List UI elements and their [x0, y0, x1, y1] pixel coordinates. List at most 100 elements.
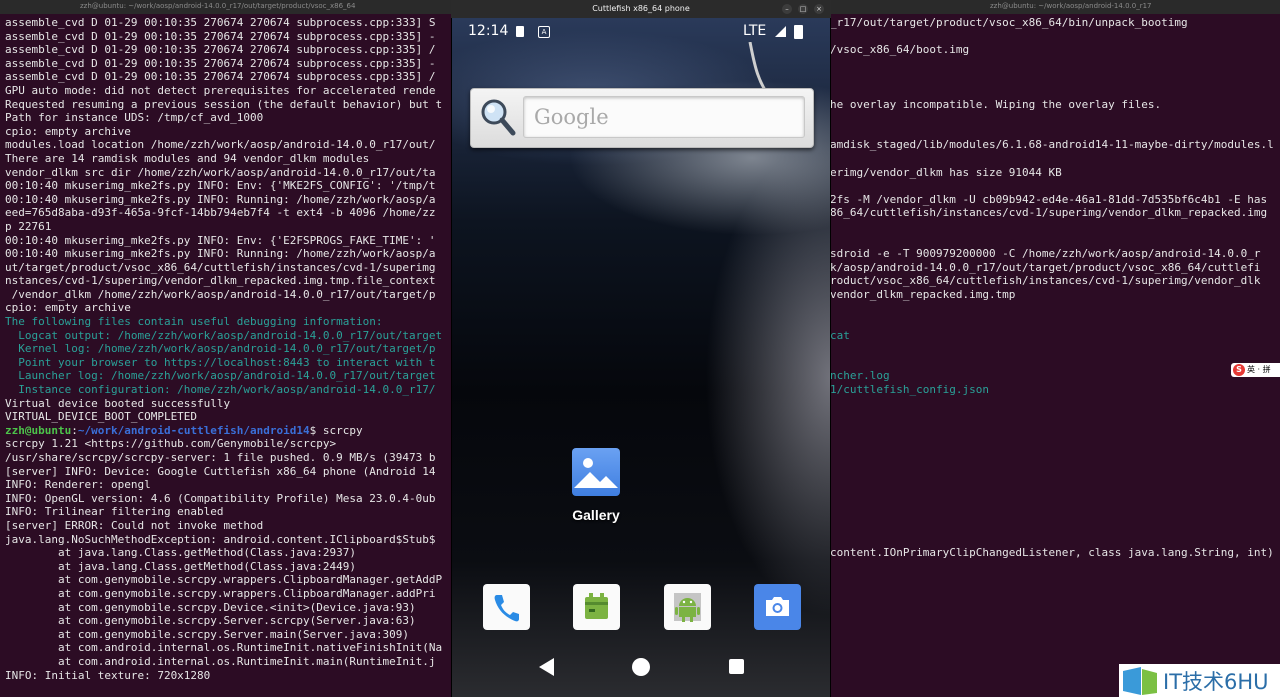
right-terminal-line: amdisk_staged/lib/modules/6.1.68-android… — [830, 138, 1274, 152]
right-terminal-blank-line — [830, 492, 1274, 506]
close-button[interactable]: × — [814, 4, 824, 14]
android-home-screen[interactable]: 12:14 A LTE Gallery — [452, 18, 830, 697]
right-terminal-line: cat — [830, 328, 850, 342]
right-terminal-blank-line — [830, 505, 1274, 519]
right-terminal-line — [830, 315, 1274, 329]
right-terminal-line: sdroid -e -T 900979200000 -C /home/zzh/w… — [830, 247, 1261, 261]
right-terminal-line — [830, 111, 1274, 125]
android-app-icon[interactable] — [664, 584, 711, 630]
terminal-line: INFO: Initial texture: 720x1280 — [5, 668, 211, 682]
terminal-line: Logcat output: /home/zzh/work/aosp/andro… — [5, 328, 443, 342]
watermark-text: IT技术6HU — [1163, 670, 1269, 694]
terminal-line: 00:10:40 mkuserimg_mke2fs.py INFO: Runni… — [5, 247, 436, 261]
phone-app-icon[interactable] — [483, 584, 530, 630]
terminal-line: at com.genymobile.scrcpy.Server.main(Ser… — [5, 627, 409, 641]
terminal-line: 00:10:40 mkuserimg_mke2fs.py INFO: Runni… — [5, 192, 436, 206]
ime-label: 英 · 拼 — [1247, 365, 1271, 374]
right-terminal-blank-line — [830, 397, 1274, 411]
terminal-line: eed=765d8aba-d93f-465a-9fcf-14bb794eb7f4… — [5, 206, 436, 220]
terminal-line: nstances/cvd-1/superimg/vendor_dlkm_repa… — [5, 274, 436, 288]
minimize-button[interactable]: – — [782, 4, 792, 14]
right-terminal-line: vendor_dlkm_repacked.img.tmp — [830, 287, 1016, 301]
terminal-line: assemble_cvd D 01-29 00:10:35 270674 270… — [5, 56, 436, 70]
terminal-line: There are 14 ramdisk modules and 94 vend… — [5, 151, 370, 165]
back-icon[interactable] — [539, 658, 554, 676]
navigation-bar — [452, 648, 830, 696]
right-terminal-blank-line — [830, 410, 1274, 424]
battery-icon — [794, 25, 803, 39]
terminal-line: cpio: empty archive — [5, 124, 131, 138]
right-terminal-blank-line — [830, 519, 1274, 533]
right-terminal-line — [830, 125, 1274, 139]
terminal-line: Virtual device booted successfully — [5, 396, 231, 410]
terminal-line: p 22761 — [5, 219, 52, 233]
right-terminal-line — [830, 30, 1274, 44]
terminal-line: Kernel log: /home/zzh/work/aosp/android-… — [5, 342, 436, 356]
terminal-line: scrcpy 1.21 <https://github.com/Genymobi… — [5, 437, 337, 451]
right-terminal-line — [830, 84, 1274, 98]
terminal-line: vendor_dlkm src dir /home/zzh/work/aosp/… — [5, 165, 436, 179]
prompt-user: zzh@ubuntu — [5, 423, 72, 437]
right-terminal-line — [830, 356, 1274, 370]
terminal-line: 00:10:40 mkuserimg_mke2fs.py INFO: Env: … — [5, 233, 436, 247]
right-terminal-line: 86_64/cuttlefish/instances/cvd-1/superim… — [830, 206, 1268, 220]
camera-app-icon[interactable] — [754, 584, 801, 630]
terminal-line: Instance configuration: /home/zzh/work/a… — [5, 383, 436, 397]
terminal-line: java.lang.NoSuchMethodException: android… — [5, 532, 436, 546]
maximize-button[interactable]: □ — [798, 4, 808, 14]
home-icon[interactable] — [632, 658, 650, 676]
terminal-line: ut/target/product/vsoc_x86_64/cuttlefish… — [5, 260, 436, 274]
terminal-line: INFO: Renderer: opengl — [5, 478, 151, 492]
network-type: LTE — [743, 23, 767, 39]
signal-icon — [775, 26, 786, 37]
terminal-line: VIRTUAL_DEVICE_BOOT_COMPLETED — [5, 410, 198, 424]
search-icon[interactable] — [479, 97, 517, 137]
right-terminal-blank-line — [830, 451, 1274, 465]
messaging-icon — [585, 593, 608, 619]
right-terminal-tab-title[interactable]: zzh@ubuntu: ~/work/aosp/android-14.0.0_r… — [990, 2, 1152, 10]
terminal-line: at java.lang.Class.getMethod(Class.java:… — [5, 559, 356, 573]
right-terminal-line — [830, 179, 1274, 193]
terminal-line: assemble_cvd D 01-29 00:10:35 270674 270… — [5, 16, 436, 29]
prompt-separator: : — [71, 423, 78, 437]
terminal-output[interactable]: assemble_cvd D 01-29 00:10:35 270674 270… — [5, 16, 442, 682]
right-terminal-line: /vsoc_x86_64/boot.img — [830, 43, 970, 57]
right-terminal-line — [830, 301, 1274, 315]
right-terminal-output[interactable]: _r17/out/target/product/vsoc_x86_64/bin/… — [830, 16, 1274, 560]
search-box[interactable] — [523, 96, 806, 138]
terminal-line: GPU auto mode: did not detect prerequisi… — [5, 83, 436, 97]
emulator-window-title: Cuttlefish x86_64 phone — [592, 4, 690, 13]
recent-apps-icon[interactable] — [729, 659, 744, 674]
phone-icon — [494, 595, 519, 622]
terminal-line: assemble_cvd D 01-29 00:10:35 270674 270… — [5, 43, 436, 57]
right-terminal-line: ncher.log — [830, 369, 890, 383]
left-terminal-tab-title[interactable]: zzh@ubuntu: ~/work/aosp/android-14.0.0_r… — [80, 2, 355, 10]
right-terminal-blank-line — [830, 437, 1274, 451]
messaging-app-icon[interactable] — [573, 584, 620, 630]
terminal-line: at com.genymobile.scrcpy.Device.<init>(D… — [5, 600, 416, 614]
gallery-app-icon[interactable] — [572, 448, 620, 496]
search-input[interactable] — [532, 97, 806, 137]
terminal-line: cpio: empty archive — [5, 301, 131, 315]
right-terminal-line — [830, 152, 1274, 166]
terminal-line: Requested resuming a previous session (t… — [5, 97, 443, 111]
terminal-line: Path for instance UDS: /tmp/cf_avd_1000 — [5, 111, 264, 125]
right-terminal-line: erimg/vendor_dlkm has size 91044 KB — [830, 165, 1062, 179]
terminal-line: INFO: OpenGL version: 4.6 (Compatibility… — [5, 491, 436, 505]
terminal-line: at java.lang.Class.getMethod(Class.java:… — [5, 546, 356, 560]
right-terminal-line — [830, 234, 1274, 248]
right-terminal-blank-line — [830, 533, 1274, 547]
right-terminal-line — [830, 342, 1274, 356]
camera-icon — [766, 597, 789, 616]
right-terminal-line: 2fs -M /vendor_dlkm -U cb09b942-ed4e-46a… — [830, 192, 1268, 206]
right-terminal-line: he overlay incompatible. Wiping the over… — [830, 97, 1162, 111]
terminal-line: assemble_cvd D 01-29 00:10:35 270674 270… — [5, 29, 436, 43]
watermark-logo — [1123, 667, 1157, 695]
input-method-indicator[interactable]: S英 · 拼 — [1231, 363, 1280, 377]
right-terminal-line: content.IOnPrimaryClipChangedListener, c… — [830, 546, 1274, 560]
google-search-widget[interactable] — [470, 88, 814, 148]
terminal-line: assemble_cvd D 01-29 00:10:35 270674 270… — [5, 70, 436, 84]
terminal-line: 00:10:40 mkuserimg_mke2fs.py INFO: Env: … — [5, 179, 436, 193]
emulator-title-bar[interactable]: Cuttlefish x86_64 phone – □ × — [451, 0, 831, 18]
status-bar: 12:14 A LTE — [452, 18, 830, 44]
